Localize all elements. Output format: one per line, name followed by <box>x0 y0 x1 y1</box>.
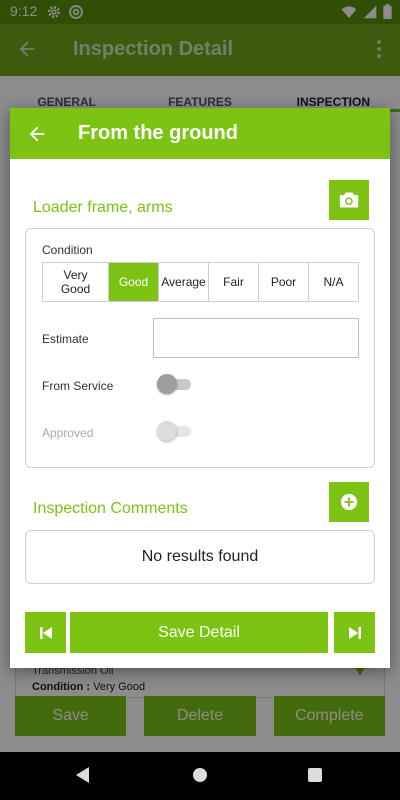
from-service-toggle[interactable] <box>157 374 191 394</box>
skip-previous-icon <box>39 626 52 639</box>
section-title: Loader frame, arms <box>33 199 173 216</box>
inspection-detail-dialog: From the ground Loader frame, arms Condi… <box>10 108 390 668</box>
dialog-header: From the ground <box>10 108 390 159</box>
condition-label: Condition <box>42 243 93 257</box>
condition-option-average[interactable]: Average <box>159 263 209 301</box>
estimate-label: Estimate <box>42 332 89 346</box>
approved-label: Approved <box>42 426 94 440</box>
condition-option-very-good[interactable]: Very Good <box>43 263 109 301</box>
from-service-label: From Service <box>42 379 114 393</box>
system-nav-bar <box>0 752 400 800</box>
previous-button[interactable] <box>25 612 66 653</box>
condition-option-poor[interactable]: Poor <box>259 263 309 301</box>
skip-next-icon <box>348 626 361 639</box>
approved-toggle <box>157 421 191 441</box>
condition-panel: Condition Very Good Good Average Fair Po… <box>25 228 375 468</box>
nav-recents-icon[interactable] <box>308 768 322 782</box>
next-button[interactable] <box>334 612 375 653</box>
comments-empty-state: No results found <box>25 530 375 584</box>
camera-button[interactable] <box>329 180 369 220</box>
condition-option-fair[interactable]: Fair <box>209 263 259 301</box>
back-arrow-icon[interactable] <box>26 123 48 150</box>
save-detail-button[interactable]: Save Detail <box>70 612 328 653</box>
add-comment-button[interactable] <box>329 482 369 522</box>
estimate-input[interactable] <box>153 318 359 358</box>
condition-selector: Very Good Good Average Fair Poor N/A <box>42 262 359 302</box>
camera-icon <box>339 192 359 208</box>
add-circle-icon <box>340 493 358 511</box>
nav-back-icon[interactable] <box>76 767 89 783</box>
condition-option-na[interactable]: N/A <box>309 263 358 301</box>
dialog-title: From the ground <box>78 122 238 144</box>
nav-home-icon[interactable] <box>193 768 207 782</box>
condition-option-good[interactable]: Good <box>109 263 159 301</box>
comments-title: Inspection Comments <box>33 500 188 517</box>
